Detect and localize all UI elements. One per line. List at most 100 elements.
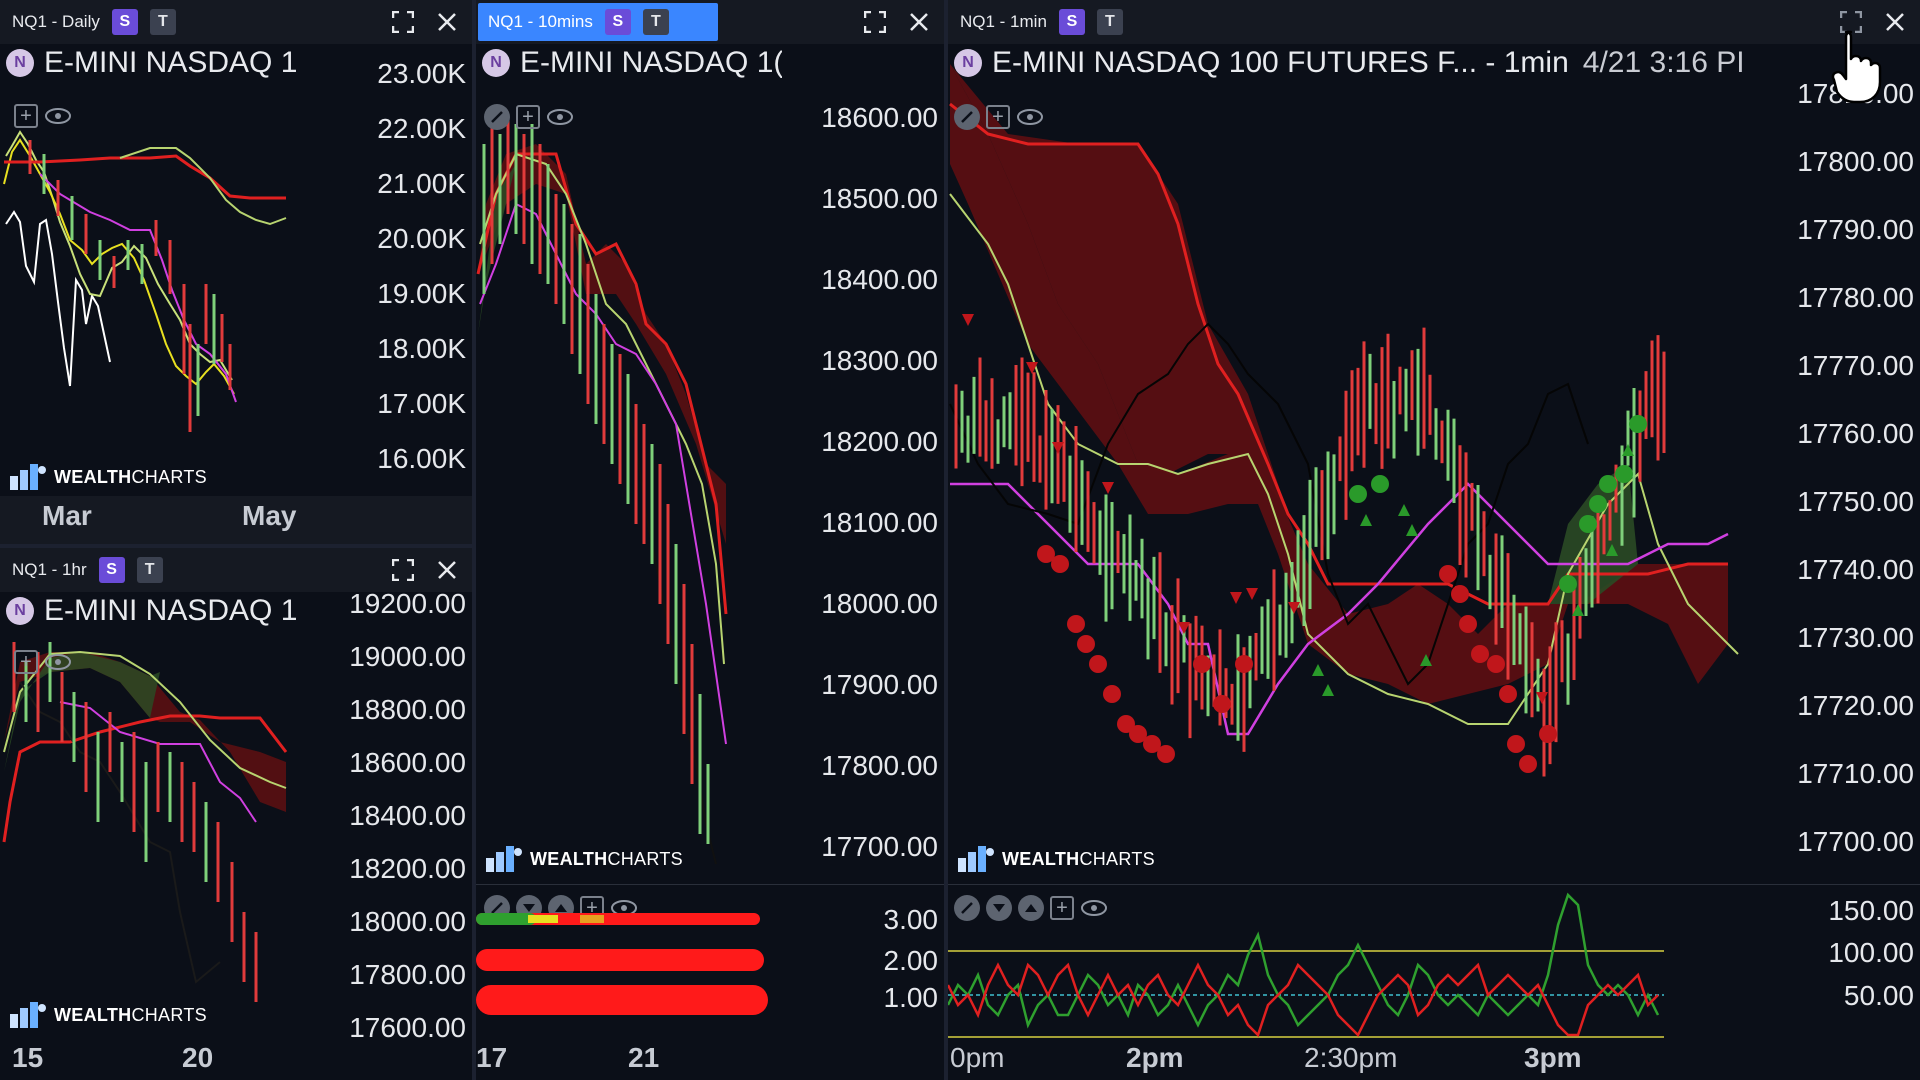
study-controls: +: [484, 104, 574, 130]
study-badge[interactable]: S: [98, 557, 125, 583]
tenmin-chart-panel[interactable]: NQ1 - 10mins S T WEALTHCHARTS N E-MINI N…: [476, 0, 944, 1080]
eye-icon[interactable]: [44, 652, 72, 672]
study-controls: +: [14, 650, 72, 674]
y-tick: 17710.00: [1797, 758, 1914, 789]
x-tick: 21: [628, 1042, 660, 1073]
template-badge[interactable]: T: [1096, 9, 1123, 35]
x-tick: 3pm: [1524, 1042, 1582, 1073]
x-tick: May: [242, 500, 297, 531]
panel-divider[interactable]: [472, 0, 476, 1080]
tenmin-price-axis[interactable]: 18600.00 18500.00 18400.00 18300.00 1820…: [782, 44, 944, 935]
daily-time-axis[interactable]: Mar May: [0, 496, 472, 548]
y-tick: 17730.00: [1797, 622, 1914, 653]
close-icon[interactable]: [432, 555, 462, 585]
close-icon[interactable]: [432, 7, 462, 37]
y-tick: 18300.00: [821, 345, 938, 376]
study-badge[interactable]: S: [111, 9, 138, 35]
symbol-header: N E-MINI NASDAQ 1: [6, 46, 297, 80]
daily-price-axis[interactable]: 23.00K 22.00K 21.00K 20.00K 19.00K 18.00…: [302, 44, 472, 496]
onemin-title-bar: NQ1 - 1min S T: [948, 0, 1920, 44]
daily-title-bar: NQ1 - Daily S T: [0, 0, 472, 44]
panel-divider[interactable]: [944, 0, 948, 1080]
wealthcharts-logo: WEALTHCHARTS: [956, 844, 1155, 874]
y-tick: 18800.00: [349, 694, 466, 725]
last-bar-time: 4/21 3:16 PI: [1582, 46, 1745, 79]
study-controls: +: [954, 104, 1044, 130]
template-badge[interactable]: T: [136, 557, 163, 583]
y-tick: 17740.00: [1797, 554, 1914, 585]
add-study-icon[interactable]: +: [986, 105, 1010, 129]
hourly-chart-panel[interactable]: NQ1 - 1hr S T WEALTHCHARTS N E-MINI NASD…: [0, 548, 472, 1080]
y-tick: 23.00K: [377, 58, 466, 89]
study-badge[interactable]: S: [1058, 9, 1085, 35]
onemin-indicator-pane[interactable]: + 150.00 100.00 50.00: [948, 884, 1920, 1038]
symbol-name: E-MINI NASDAQ 1: [44, 46, 298, 79]
y-tick: 19000.00: [349, 641, 466, 672]
onemin-price-axis[interactable]: 17810.00 17800.00 17790.00 17780.00 1777…: [1750, 44, 1920, 884]
y-tick: 22.00K: [377, 113, 466, 144]
tab-label: NQ1 - Daily: [12, 12, 100, 31]
y-tick: 18200.00: [821, 426, 938, 457]
y-tick: 17780.00: [1797, 282, 1914, 313]
x-tick: 17: [476, 1042, 508, 1073]
add-study-icon[interactable]: +: [14, 104, 38, 128]
symbol-name: E-MINI NASDAQ 1: [44, 594, 298, 627]
y-tick: 19.00K: [377, 278, 466, 309]
add-study-icon[interactable]: +: [14, 650, 38, 674]
y-tick: 17.00K: [377, 388, 466, 419]
eye-icon[interactable]: [1016, 107, 1044, 127]
tab-label: NQ1 - 1min: [960, 12, 1047, 31]
onemin-plot-area[interactable]: WEALTHCHARTS: [948, 44, 1750, 884]
y-tick: 17760.00: [1797, 418, 1914, 449]
wealthcharts-logo: WEALTHCHARTS: [484, 844, 683, 874]
daily-chart-panel[interactable]: NQ1 - Daily S T WEALTHCHARTS N E-MINI NA…: [0, 0, 472, 548]
wealthcharts-logo: WEALTHCHARTS: [8, 462, 207, 492]
tenmin-indicator-pane[interactable]: + 2.00 1.00: [476, 884, 944, 1034]
symbol-header: N E-MINI NASDAQ 1: [6, 594, 297, 628]
symbol-name: E-MINI NASDAQ 100 FUTURES F... - 1min: [992, 46, 1569, 79]
tab-daily[interactable]: NQ1 - Daily S T: [2, 3, 186, 41]
x-tick: Mar: [42, 500, 92, 531]
y-tick: 17750.00: [1797, 486, 1914, 517]
sub-y-tick: 1.00: [883, 982, 939, 1013]
tab-tenmin[interactable]: NQ1 - 10mins S T: [478, 3, 718, 41]
y-tick: 18600.00: [349, 747, 466, 778]
study-badge[interactable]: S: [604, 9, 631, 35]
eye-icon[interactable]: [44, 106, 72, 126]
template-badge[interactable]: T: [149, 9, 176, 35]
add-study-icon[interactable]: +: [516, 105, 540, 129]
tab-hourly[interactable]: NQ1 - 1hr S T: [2, 551, 173, 589]
y-tick: 18000.00: [821, 588, 938, 619]
maximize-icon[interactable]: [388, 555, 418, 585]
y-tick: 21.00K: [377, 168, 466, 199]
tab-onemin[interactable]: NQ1 - 1min S T: [950, 3, 1133, 41]
onemin-time-axis[interactable]: 0pm 2pm 2:30pm 3pm: [948, 1038, 1920, 1080]
study-controls: +: [14, 104, 72, 128]
onemin-chart-panel[interactable]: NQ1 - 1min S T WEALTHCHARTS N E-MINI NAS…: [948, 0, 1920, 1080]
sub-y-tick: 150.00: [1828, 895, 1914, 926]
hourly-time-axis[interactable]: 15 20: [0, 1038, 472, 1080]
panel-divider[interactable]: [0, 544, 472, 548]
y-tick: 17700.00: [821, 831, 938, 862]
eye-icon[interactable]: [546, 107, 574, 127]
x-tick: 2pm: [1126, 1042, 1184, 1073]
x-tick: 2:30pm: [1304, 1042, 1398, 1073]
hide-icon[interactable]: [484, 104, 510, 130]
symbol-badge: N: [954, 49, 982, 77]
symbol-header: N E-MINI NASDAQ 100 FUTURES F... - 1min …: [954, 46, 1745, 80]
y-tick: 18000.00: [349, 906, 466, 937]
y-tick: 17800.00: [349, 959, 466, 990]
wealthcharts-wordmark: WEALTHCHARTS: [54, 1004, 207, 1025]
maximize-icon[interactable]: [860, 7, 890, 37]
sub-y-tick: 2.00: [883, 945, 939, 976]
tenmin-time-axis[interactable]: 17 21: [476, 1038, 944, 1080]
wealthcharts-logo: WEALTHCHARTS: [8, 1000, 207, 1030]
hide-icon[interactable]: [954, 104, 980, 130]
y-tick: 17800.00: [1797, 146, 1914, 177]
close-icon[interactable]: [904, 7, 934, 37]
hourly-price-axis[interactable]: 19200.00 19000.00 18800.00 18600.00 1840…: [304, 588, 472, 1043]
tenmin-plot-area[interactable]: WEALTHCHARTS: [476, 44, 782, 884]
wealthcharts-wordmark: WEALTHCHARTS: [54, 466, 207, 487]
maximize-icon[interactable]: [388, 7, 418, 37]
template-badge[interactable]: T: [642, 9, 669, 35]
